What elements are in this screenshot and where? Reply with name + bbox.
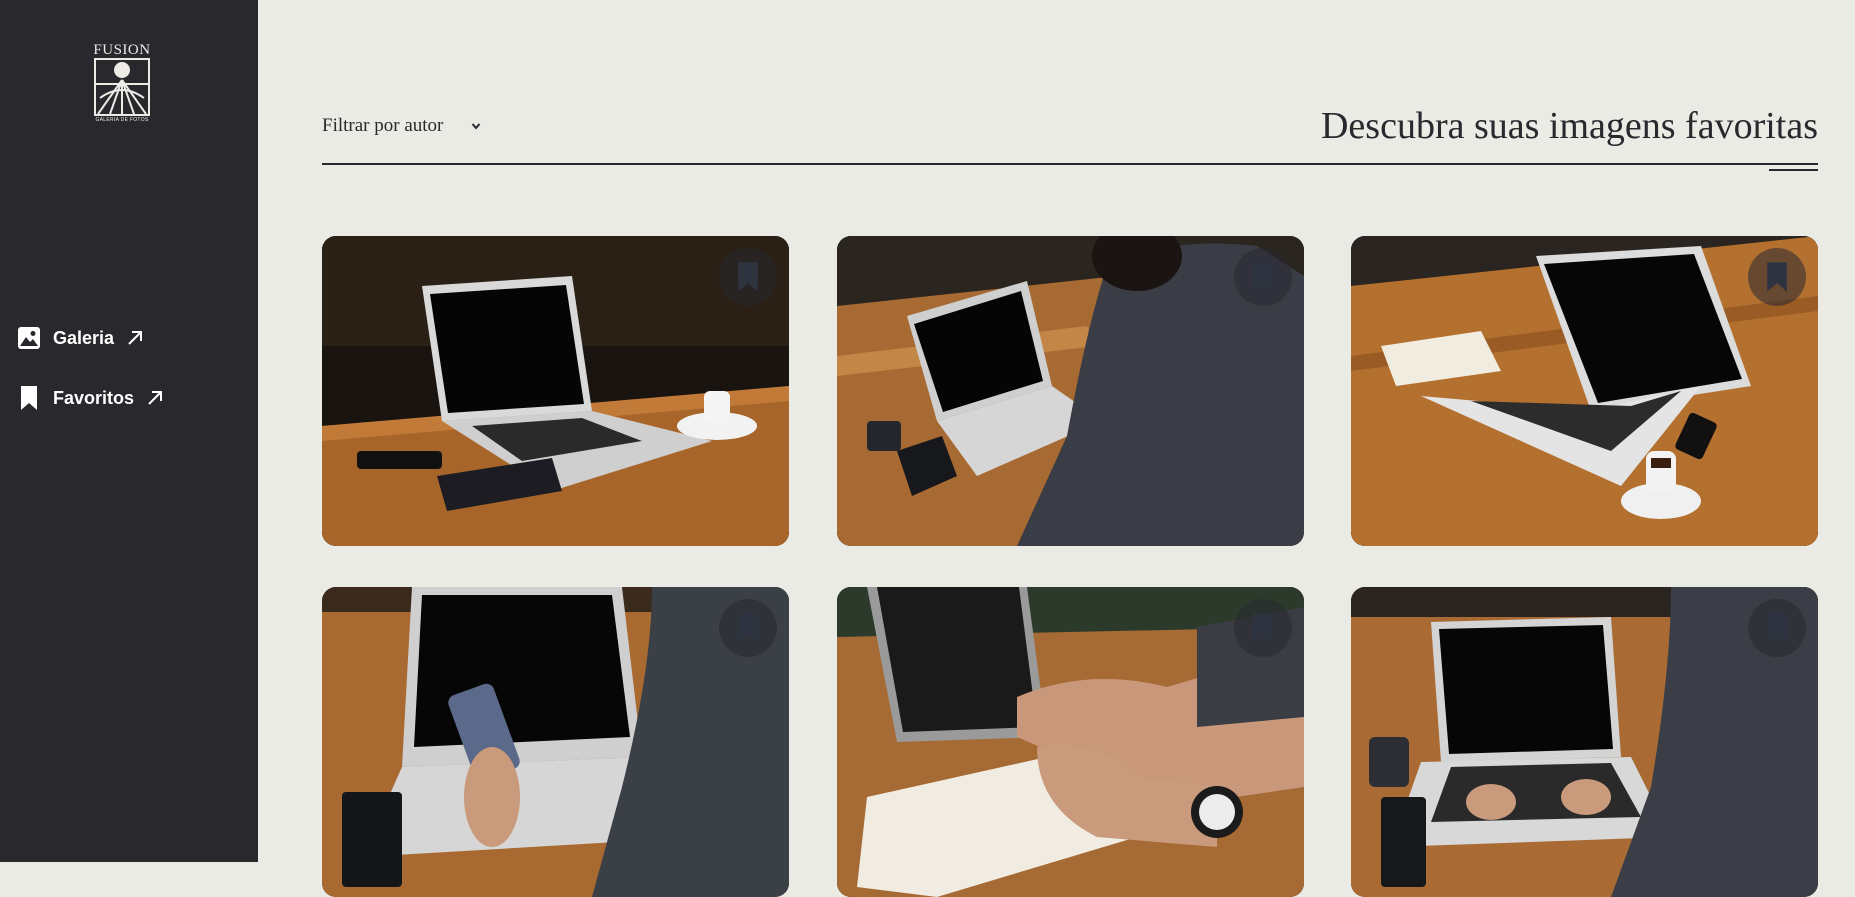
author-filter-select[interactable]: Filtrar por autor — [322, 115, 481, 137]
favorite-button[interactable] — [1234, 599, 1292, 657]
bookmark-icon — [1253, 613, 1273, 643]
sidebar-item-label: Galeria — [53, 327, 115, 348]
gallery-image-card[interactable] — [322, 236, 789, 546]
gallery-image-card[interactable] — [837, 587, 1304, 897]
gallery-image-card[interactable] — [1351, 587, 1818, 897]
favorite-button[interactable] — [1234, 248, 1292, 306]
bookmark-icon — [1253, 262, 1273, 292]
brand-name: FUSION — [93, 42, 151, 58]
gallery-image-card[interactable] — [837, 236, 1304, 546]
bookmark-icon — [1767, 613, 1787, 643]
arrow-up-right-icon — [128, 331, 143, 345]
sidebar-item-favoritos[interactable]: Favoritos — [17, 384, 164, 412]
favorite-button[interactable] — [719, 248, 777, 306]
sidebar-item-galeria[interactable]: Galeria — [17, 324, 164, 352]
image-icon — [17, 326, 41, 350]
author-filter-label: Filtrar por autor — [322, 115, 444, 136]
bookmark-icon — [738, 613, 758, 643]
brand-logo[interactable]: FUSION GALERIA DE FOTOS — [92, 42, 152, 123]
page-title: Descubra suas imagens favoritas — [1320, 105, 1818, 147]
title-divider-accent — [1769, 169, 1818, 171]
favorite-button[interactable] — [1748, 248, 1806, 306]
brand-subtitle: GALERIA DE FOTOS — [95, 117, 149, 123]
sunburst-emblem-icon — [94, 58, 150, 116]
title-divider — [322, 163, 1818, 165]
sidebar-nav: Galeria Favoritos — [17, 324, 164, 444]
chevron-down-icon — [472, 123, 481, 130]
gallery-image-card[interactable] — [322, 587, 789, 897]
gallery-image-card[interactable] — [1351, 236, 1818, 546]
bookmark-icon — [1767, 262, 1787, 292]
favorite-button[interactable] — [1748, 599, 1806, 657]
sidebar: FUSION GALERIA DE FOTOS Galeria Favorito… — [0, 0, 258, 862]
favorite-button[interactable] — [719, 599, 777, 657]
bookmark-icon — [17, 386, 41, 410]
bookmark-icon — [738, 262, 758, 292]
sidebar-item-label: Favoritos — [53, 387, 135, 408]
arrow-up-right-icon — [148, 391, 163, 405]
